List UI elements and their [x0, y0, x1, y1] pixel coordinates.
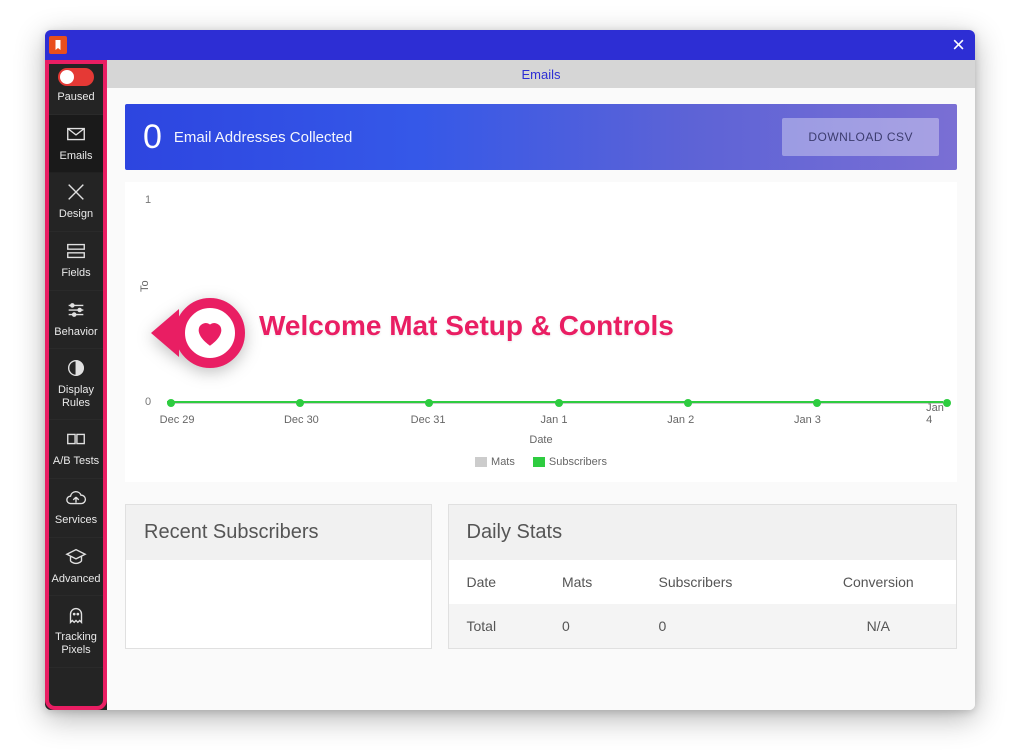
- ab-tests-icon: [65, 428, 87, 450]
- legend-item-subscribers: Subscribers: [533, 456, 607, 468]
- collected-label: Email Addresses Collected: [174, 129, 352, 146]
- cell-subscribers: 0: [641, 604, 801, 648]
- title-bar: ×: [45, 30, 975, 60]
- collected-banner: 0 Email Addresses Collected DOWNLOAD CSV: [125, 104, 957, 170]
- close-icon[interactable]: ×: [952, 32, 965, 58]
- contrast-icon: [65, 357, 87, 379]
- col-subscribers: Subscribers: [641, 560, 801, 604]
- chart-point: [167, 399, 175, 407]
- sidebar-item-label: A/B Tests: [53, 455, 99, 468]
- sidebar-item-label: Display Rules: [47, 384, 105, 409]
- col-conversion: Conversion: [800, 560, 956, 604]
- sidebar-item-label: Behavior: [54, 326, 97, 339]
- chart-point: [296, 399, 304, 407]
- heart-icon: [193, 316, 227, 350]
- chart-xtick: Jan 1: [541, 414, 568, 426]
- chart-xlabel: Date: [135, 434, 947, 446]
- callout-text: Welcome Mat Setup & Controls: [259, 310, 674, 342]
- chart-point: [813, 399, 821, 407]
- tab-emails[interactable]: Emails: [521, 67, 560, 82]
- content-area: Emails 0 Email Addresses Collected DOWNL…: [107, 60, 975, 710]
- cloud-upload-icon: [65, 487, 87, 509]
- cell-conversion: N/A: [800, 604, 956, 648]
- col-mats: Mats: [544, 560, 641, 604]
- chart-xtick: Jan 4: [926, 402, 944, 426]
- chart-ytick: 0: [145, 396, 151, 408]
- chart-ylabel: To: [139, 280, 151, 292]
- sidebar-item-label: Design: [59, 208, 93, 221]
- col-date: Date: [449, 560, 544, 604]
- sidebar-item-fields[interactable]: Fields: [45, 232, 107, 291]
- status-label: Paused: [57, 91, 94, 104]
- recent-subscribers-panel: Recent Subscribers: [125, 504, 432, 649]
- callout-heart-badge: [175, 298, 245, 368]
- recent-subscribers-title: Recent Subscribers: [126, 505, 431, 560]
- sidebar-item-behavior[interactable]: Behavior: [45, 291, 107, 350]
- sliders-icon: [65, 299, 87, 321]
- cell-date: Total: [449, 604, 544, 648]
- chart-plot: [167, 200, 943, 404]
- sidebar-item-design[interactable]: Design: [45, 173, 107, 232]
- collected-count: 0: [143, 118, 162, 157]
- sidebar-item-label: Fields: [61, 267, 90, 280]
- callout-pointer: [151, 298, 245, 368]
- sidebar-item-services[interactable]: Services: [45, 479, 107, 538]
- sidebar-item-display-rules[interactable]: Display Rules: [45, 349, 107, 420]
- chart-xtick: Dec 30: [284, 414, 319, 426]
- graduation-icon: [65, 546, 87, 568]
- sidebar-item-label: Advanced: [52, 573, 101, 586]
- cell-mats: 0: [544, 604, 641, 648]
- pause-toggle[interactable]: [58, 68, 94, 86]
- chart-point: [555, 399, 563, 407]
- sidebar-item-label: Services: [55, 514, 97, 527]
- chart-xtick: Dec 31: [411, 414, 446, 426]
- chart-ytick: 1: [145, 194, 151, 206]
- chart-point: [425, 399, 433, 407]
- sidebar-item-tracking-pixels[interactable]: Tracking Pixels: [45, 596, 107, 667]
- daily-stats-panel: Daily Stats Date Mats Subscribers Conver…: [448, 504, 958, 649]
- chart-xtick: Jan 2: [667, 414, 694, 426]
- sidebar-item-label: Tracking Pixels: [47, 631, 105, 656]
- sidebar-item-status[interactable]: Paused: [45, 60, 107, 115]
- chart-legend: Mats Subscribers: [135, 456, 947, 468]
- table-row: Total 0 0 N/A: [449, 604, 957, 648]
- chart-xtick: Jan 3: [794, 414, 821, 426]
- envelope-icon: [65, 123, 87, 145]
- table-header-row: Date Mats Subscribers Conversion: [449, 560, 957, 604]
- download-csv-button[interactable]: DOWNLOAD CSV: [782, 118, 939, 156]
- sidebar-item-label: Emails: [59, 150, 92, 163]
- ghost-icon: [65, 604, 87, 626]
- chart-xtick: Dec 29: [160, 414, 195, 426]
- tab-strip: Emails: [107, 60, 975, 88]
- sidebar-item-advanced[interactable]: Advanced: [45, 538, 107, 597]
- app-window: × Paused Emails Design: [45, 30, 975, 710]
- sidebar-item-emails[interactable]: Emails: [45, 115, 107, 174]
- app-logo-icon: [49, 36, 67, 54]
- daily-stats-table: Date Mats Subscribers Conversion Total 0…: [449, 560, 957, 648]
- chart-point: [943, 399, 951, 407]
- daily-stats-title: Daily Stats: [449, 505, 957, 560]
- sidebar: Paused Emails Design Fields: [45, 60, 107, 710]
- legend-item-mats: Mats: [475, 456, 515, 468]
- design-icon: [65, 181, 87, 203]
- fields-icon: [65, 240, 87, 262]
- sidebar-item-ab-tests[interactable]: A/B Tests: [45, 420, 107, 479]
- chart-point: [684, 399, 692, 407]
